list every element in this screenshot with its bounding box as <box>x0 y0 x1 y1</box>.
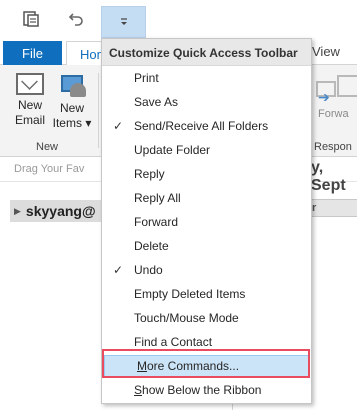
menu-item-label: Update Folder <box>134 143 211 157</box>
send-receive-icon <box>23 11 39 27</box>
send-receive-button[interactable] <box>16 4 46 34</box>
menu-item-update-folder[interactable]: Update Folder <box>102 138 311 162</box>
menu-item-label: Touch/Mouse Mode <box>134 311 239 325</box>
menu-item-label: Undo <box>134 263 163 277</box>
forward-arrow-icon: ➔ <box>318 89 330 105</box>
menu-item-label: Empty Deleted Items <box>134 287 246 301</box>
annotation-highlight-frame <box>102 349 310 378</box>
menu-item-empty-deleted-items[interactable]: Empty Deleted Items <box>102 282 311 306</box>
menu-item-label: Save As <box>134 95 179 109</box>
menu-item-label: Print <box>134 71 159 85</box>
new-email-label-1: New <box>17 98 42 112</box>
customize-qat-button[interactable] <box>101 6 146 38</box>
calendar-header-text: r <box>312 202 317 214</box>
drag-favorites-hint: Drag Your Fav <box>14 163 85 175</box>
new-items-icon <box>58 73 86 101</box>
tab-view[interactable]: View <box>312 44 340 59</box>
quick-access-toolbar <box>0 0 357 38</box>
menu-item-print[interactable]: Print <box>102 66 311 90</box>
menu-item-send-receive-all-folders[interactable]: ✓ Send/Receive All Folders <box>102 114 311 138</box>
menu-item-label: Reply <box>134 167 165 181</box>
date-heading: y, Sept <box>311 159 346 194</box>
menu-item-label: Show Below the Ribbon <box>134 383 262 397</box>
envelope-icon <box>16 73 44 95</box>
menu-item-show-below-the-ribbon[interactable]: Show Below the Ribbon <box>102 378 311 402</box>
tab-file[interactable]: File <box>3 41 62 65</box>
menu-item-reply-all[interactable]: Reply All <box>102 186 311 210</box>
forward-button[interactable]: Forwa <box>318 107 349 122</box>
menu-item-label: Forward <box>134 215 179 229</box>
ribbon-divider <box>98 73 99 148</box>
new-email-label-2: Email <box>14 113 45 127</box>
meeting-icon[interactable] <box>337 75 357 97</box>
calendar-header-strip <box>310 199 357 217</box>
tab-home[interactable]: Home <box>66 41 106 66</box>
menu-item-touch-mouse-mode[interactable]: Touch/Mouse Mode <box>102 306 311 330</box>
dropdown-arrow-icon <box>120 18 127 25</box>
menu-item-label: Delete <box>134 239 169 253</box>
menu-item-forward[interactable]: Forward <box>102 210 311 234</box>
new-items-label-2: Items ▾ <box>52 116 92 130</box>
group-label-new: New <box>36 141 59 153</box>
undo-icon <box>68 13 83 26</box>
menu-item-undo[interactable]: ✓ Undo <box>102 258 311 282</box>
new-email-button[interactable]: New Email <box>8 73 52 128</box>
new-items-button[interactable]: New Items ▾ <box>50 73 94 131</box>
menu-item-reply[interactable]: Reply <box>102 162 311 186</box>
menu-item-save-as[interactable]: Save As <box>102 90 311 114</box>
group-label-respond: Respon <box>314 141 352 153</box>
menu-header: Customize Quick Access Toolbar <box>102 39 311 66</box>
menu-item-label: Send/Receive All Folders <box>134 119 269 133</box>
checkmark-icon: ✓ <box>112 263 124 277</box>
account-folder[interactable]: ▶ skyyang@ <box>10 200 102 222</box>
checkmark-icon: ✓ <box>112 119 124 133</box>
account-name: skyyang@ <box>25 203 96 219</box>
collapse-caret-icon[interactable]: ▶ <box>14 206 21 217</box>
menu-item-delete[interactable]: Delete <box>102 234 311 258</box>
menu-item-label: Find a Contact <box>134 335 213 349</box>
undo-button[interactable] <box>61 4 91 34</box>
new-items-label-1: New <box>59 101 84 115</box>
menu-item-label: Reply All <box>134 191 181 205</box>
